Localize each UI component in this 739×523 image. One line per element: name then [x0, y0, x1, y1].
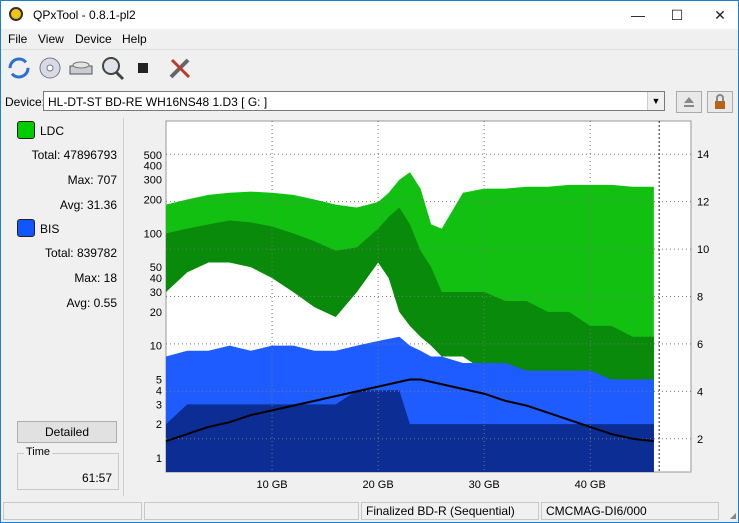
y-left-tick-label: 4 [156, 385, 162, 397]
ldc-max: Max: 707 [67, 173, 117, 187]
y-right-tick-label: 14 [697, 149, 709, 161]
y-left-tick-label: 40 [150, 273, 162, 285]
status-cell-1 [3, 502, 142, 520]
title-bar: QPxTool - 0.8.1-pl2 — ☐ ✕ [1, 1, 738, 29]
menu-device[interactable]: Device [75, 32, 112, 46]
y-right-tick-label: 6 [697, 339, 703, 351]
ldc-total: Total: 47896793 [31, 148, 117, 162]
time-box: Time 61:57 [17, 446, 119, 490]
tools-icon[interactable] [166, 54, 194, 82]
menu-bar: File View Device Help [1, 29, 738, 50]
maximize-icon[interactable]: ☐ [654, 1, 700, 29]
y-left-tick-label: 10 [150, 341, 162, 353]
y-left-tick-label: 3 [156, 399, 162, 411]
y-left-tick-label: 300 [144, 175, 162, 187]
chart-svg: 1234510203040501002003004005002468101214… [144, 120, 709, 491]
x-tick-label: 20 GB [363, 479, 394, 491]
disc-icon[interactable] [36, 54, 64, 82]
y-right-tick-label: 4 [697, 386, 703, 398]
y-left-tick-label: 30 [150, 287, 162, 299]
resize-grip-icon[interactable]: ◢ [730, 511, 736, 520]
legend-panel: LDC Total: 47896793 Max: 707 Avg: 31.36 … [5, 118, 123, 496]
window-title: QPxTool - 0.8.1-pl2 [33, 8, 136, 22]
x-tick-label: 40 GB [575, 479, 606, 491]
stop-icon[interactable] [129, 54, 157, 82]
status-media-id: CMCMAG-DI6/000 [541, 502, 719, 520]
status-bar: Finalized BD-R (Sequential) CMCMAG-DI6/0… [1, 500, 738, 522]
bis-total: Total: 839782 [44, 246, 117, 260]
bis-swatch [17, 219, 35, 237]
magnifier-icon[interactable] [98, 54, 126, 82]
y-left-tick-label: 5 [156, 374, 162, 386]
ldc-avg: Avg: 31.36 [59, 198, 117, 212]
device-select[interactable]: HL-DT-ST BD-RE WH16NS48 1.D3 [ G: ] ▼ [43, 91, 665, 111]
device-label: Device: [5, 95, 46, 109]
bis-max: Max: 18 [74, 271, 117, 285]
toolbar [1, 50, 738, 86]
lock-button[interactable] [707, 91, 733, 113]
menu-help[interactable]: Help [122, 32, 147, 46]
y-right-tick-label: 10 [697, 244, 709, 256]
drive-icon[interactable] [67, 54, 95, 82]
bis-name: BIS [40, 222, 60, 236]
refresh-icon[interactable] [5, 54, 33, 82]
y-left-tick-label: 400 [144, 161, 162, 173]
time-label: Time [24, 446, 53, 458]
menu-view[interactable]: View [38, 32, 64, 46]
y-left-tick-label: 50 [150, 262, 162, 274]
bis-avg: Avg: 0.55 [66, 296, 117, 310]
chevron-down-icon[interactable]: ▼ [647, 92, 664, 110]
status-disc-type: Finalized BD-R (Sequential) [361, 502, 539, 520]
y-right-tick-label: 8 [697, 292, 703, 304]
status-cell-2 [144, 502, 359, 520]
y-right-tick-label: 12 [697, 197, 709, 209]
time-value: 61:57 [81, 471, 112, 485]
y-right-tick-label: 2 [697, 434, 703, 446]
close-icon[interactable]: ✕ [697, 1, 739, 29]
app-logo-icon [9, 7, 23, 21]
y-left-tick-label: 100 [144, 228, 162, 240]
menu-file[interactable]: File [8, 32, 27, 46]
y-left-tick-label: 20 [150, 307, 162, 319]
app-window: QPxTool - 0.8.1-pl2 — ☐ ✕ File View Devi… [0, 0, 739, 523]
y-left-tick-label: 2 [156, 419, 162, 431]
detailed-button[interactable]: Detailed [17, 421, 117, 443]
y-left-tick-label: 200 [144, 195, 162, 207]
ldc-swatch [17, 121, 35, 139]
chart-area: 1 2 3 4 5 10 20 30 40 50 100 200 300 400 500 2 4 6 8 10 12 14… [128, 118, 738, 496]
x-tick-label: 30 GB [469, 479, 500, 491]
device-value: HL-DT-ST BD-RE WH16NS48 1.D3 [ G: ] [48, 95, 268, 109]
panel-divider [123, 118, 124, 496]
x-tick-label: 10 GB [256, 479, 287, 491]
y-left-tick-label: 500 [144, 150, 162, 162]
eject-button[interactable] [676, 91, 702, 113]
device-row: Device: HL-DT-ST BD-RE WH16NS48 1.D3 [ G… [1, 87, 738, 115]
ldc-name: LDC [40, 124, 65, 138]
y-left-tick-label: 1 [156, 453, 162, 465]
